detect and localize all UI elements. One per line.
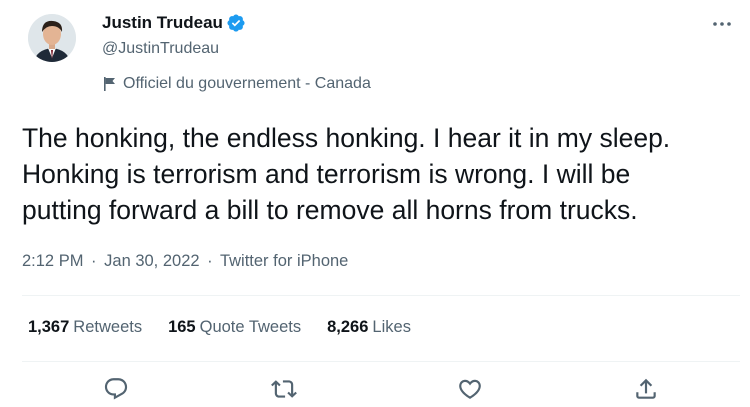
more-options-button[interactable] [710, 12, 734, 36]
retweets-stat[interactable]: 1,367 Retweets [28, 318, 142, 337]
like-icon [459, 379, 481, 399]
avatar-image [28, 14, 76, 62]
tweet-source[interactable]: Twitter for iPhone [220, 252, 348, 270]
avatar[interactable] [28, 14, 76, 62]
reply-icon [104, 378, 128, 400]
quote-tweets-count: 165 [168, 318, 196, 336]
government-label-text: Officiel du gouvernement - Canada [123, 75, 371, 92]
tweet-date[interactable]: Jan 30, 2022 [104, 252, 199, 270]
retweet-icon [271, 380, 297, 398]
share-icon [636, 378, 656, 399]
tweet-time[interactable]: 2:12 PM [22, 252, 83, 270]
author-handle[interactable]: @JustinTrudeau [102, 40, 219, 58]
government-flag-icon [104, 77, 115, 91]
divider [22, 361, 740, 362]
quote-tweets-stat[interactable]: 165 Quote Tweets [168, 318, 301, 337]
verified-badge-icon [227, 14, 245, 32]
share-button[interactable] [633, 376, 659, 402]
retweets-label: Retweets [73, 318, 143, 336]
government-label[interactable]: Officiel du gouvernement - Canada [104, 75, 371, 93]
retweet-button[interactable] [271, 376, 297, 402]
more-icon [713, 22, 731, 26]
divider [22, 295, 740, 296]
tweet-text: The honking, the endless honking. I hear… [22, 123, 671, 225]
retweets-count: 1,367 [28, 318, 70, 336]
engagement-stats: 1,367 Retweets 165 Quote Tweets 8,266 Likes [28, 318, 437, 337]
tweet-meta: 2:12 PM · Jan 30, 2022 · Twitter for iPh… [22, 252, 348, 271]
reply-button[interactable] [103, 376, 129, 402]
meta-separator: · [207, 252, 213, 270]
likes-stat[interactable]: 8,266 Likes [327, 318, 411, 337]
author-name-row: Justin Trudeau [102, 13, 246, 33]
action-bar [0, 376, 750, 406]
like-button[interactable] [457, 376, 483, 402]
meta-separator: · [91, 252, 97, 270]
likes-label: Likes [372, 318, 411, 336]
quote-tweets-label: Quote Tweets [199, 318, 302, 336]
author-name[interactable]: Justin Trudeau [102, 13, 223, 33]
likes-count: 8,266 [327, 318, 369, 336]
